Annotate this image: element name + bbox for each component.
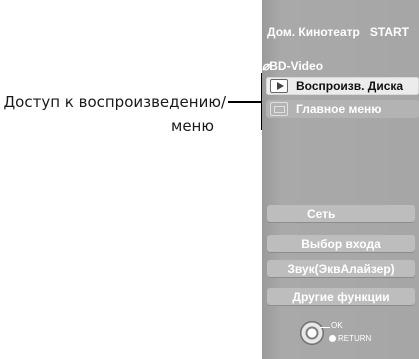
ok-label: OK (331, 321, 343, 330)
sound-equalizer-button[interactable]: Звук(ЭквАлайзер) (267, 260, 415, 277)
menu-icon (270, 102, 288, 116)
callout-text: Доступ к воспроизведению/ меню (0, 90, 226, 138)
menu-header: Дом. Кинотеатр START (262, 25, 419, 39)
callout-line-2: меню (171, 117, 214, 135)
input-select-button-label: Выбор входа (301, 236, 381, 251)
menu-item-disc-playback-label: Воспроизв. Диска (296, 79, 404, 93)
ok-pointer-line (320, 327, 330, 328)
disc-type-label: BD-Video (269, 59, 324, 73)
callout-line-1: Доступ к воспроизведению/ (3, 93, 226, 111)
network-button[interactable]: Сеть (267, 205, 415, 222)
start-label: START (369, 25, 409, 39)
disc-type-row: ⌀BD-Video (262, 59, 323, 73)
remote-legend: OK RETURN (300, 317, 390, 351)
menu-item-main-menu-label: Главное меню (296, 102, 382, 116)
input-select-button[interactable]: Выбор входа (267, 235, 415, 252)
home-theater-start-menu: Дом. Кинотеатр START ⌀BD-Video Воспроизв… (262, 0, 419, 359)
network-button-label: Сеть (307, 206, 336, 221)
return-label: RETURN (338, 334, 372, 343)
sound-equalizer-button-label: Звук(ЭквАлайзер) (287, 261, 395, 276)
other-functions-button-label: Другие функции (292, 289, 390, 304)
menu-item-main-menu[interactable]: Главное меню (266, 100, 419, 118)
menu-item-disc-playback[interactable]: Воспроизв. Диска (266, 77, 419, 95)
other-functions-button[interactable]: Другие функции (267, 288, 415, 305)
menu-title: Дом. Кинотеатр (267, 25, 360, 39)
callout-leader-line (228, 101, 264, 103)
return-legend: RETURN (329, 334, 371, 343)
return-dot-icon (329, 335, 336, 342)
directional-pad-icon (300, 321, 324, 345)
play-icon (270, 79, 288, 93)
